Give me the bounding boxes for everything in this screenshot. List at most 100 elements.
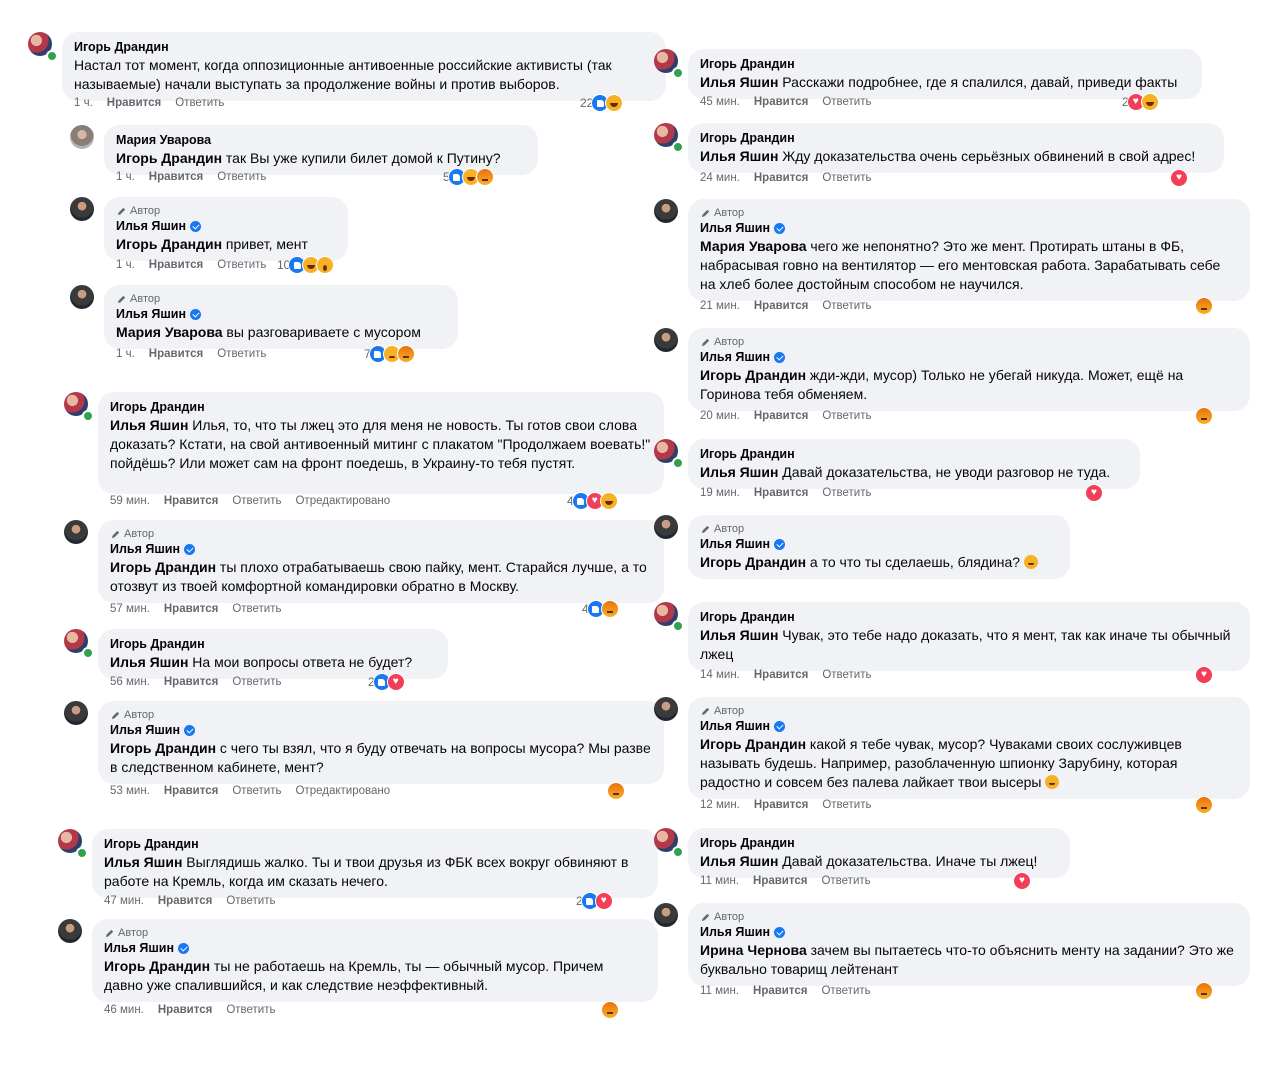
avatar[interactable] <box>654 903 678 927</box>
commenter-name-text[interactable]: Игорь Драндин <box>700 609 795 626</box>
commenter-name[interactable]: Илья Яшин <box>116 218 336 235</box>
comment-time[interactable]: 21 мин. <box>700 300 740 312</box>
commenter-name[interactable]: Игорь Драндин <box>700 130 1212 147</box>
like-button[interactable]: Нравится <box>164 495 218 507</box>
like-button[interactable]: Нравится <box>164 603 218 615</box>
reaction-summary[interactable] <box>1195 297 1213 315</box>
comment-time[interactable]: 1 ч. <box>116 348 135 360</box>
like-button[interactable]: Нравится <box>158 1004 212 1016</box>
commenter-name-text[interactable]: Мария Уварова <box>116 132 211 149</box>
commenter-name-text[interactable]: Илья Яшин <box>110 541 180 558</box>
commenter-name-text[interactable]: Илья Яшин <box>700 220 770 237</box>
mention-link[interactable]: Илья Яшин <box>700 74 778 90</box>
comment-time[interactable]: 46 мин. <box>104 1004 144 1016</box>
mention-link[interactable]: Игорь Драндин <box>110 740 216 756</box>
commenter-name[interactable]: Илья Яшин <box>700 536 1058 553</box>
like-button[interactable]: Нравится <box>754 487 808 499</box>
like-button[interactable]: Нравится <box>753 875 807 887</box>
mention-link[interactable]: Игорь Драндин <box>110 559 216 575</box>
mention-link[interactable]: Мария Уварова <box>116 324 223 340</box>
reply-button[interactable]: Ответить <box>822 799 871 811</box>
commenter-name[interactable]: Илья Яшин <box>700 220 1238 237</box>
mention-link[interactable]: Игорь Драндин <box>700 367 806 383</box>
avatar[interactable] <box>58 919 82 943</box>
like-button[interactable]: Нравится <box>754 96 808 108</box>
like-button[interactable]: Нравится <box>149 171 203 183</box>
avatar[interactable] <box>70 285 94 309</box>
reaction-summary[interactable] <box>1195 982 1213 1000</box>
reply-button[interactable]: Ответить <box>822 96 871 108</box>
commenter-name-text[interactable]: Игорь Драндин <box>700 446 795 463</box>
commenter-name-text[interactable]: Илья Яшин <box>116 218 186 235</box>
avatar[interactable] <box>70 125 94 149</box>
commenter-name-text[interactable]: Илья Яшин <box>110 722 180 739</box>
reaction-summary[interactable] <box>601 1001 619 1019</box>
commenter-name-text[interactable]: Илья Яшин <box>700 349 770 366</box>
like-button[interactable]: Нравится <box>107 97 161 109</box>
mention-link[interactable]: Игорь Драндин <box>700 554 806 570</box>
reaction-summary[interactable]: 4 <box>582 600 619 618</box>
reaction-summary[interactable]: 5 <box>443 168 494 186</box>
comment-time[interactable]: 19 мин. <box>700 487 740 499</box>
mention-link[interactable]: Илья Яшин <box>700 627 778 643</box>
comment-time[interactable]: 11 мин. <box>700 985 739 997</box>
commenter-name[interactable]: Игорь Драндин <box>700 446 1128 463</box>
like-button[interactable]: Нравится <box>754 669 808 681</box>
commenter-name[interactable]: Илья Яшин <box>116 306 446 323</box>
comment-time[interactable]: 57 мин. <box>110 603 150 615</box>
reaction-summary[interactable]: 10 <box>277 256 335 274</box>
reaction-summary[interactable]: 2 <box>576 892 613 910</box>
reaction-summary[interactable]: 7 <box>364 345 415 363</box>
avatar[interactable] <box>70 197 94 221</box>
avatar[interactable] <box>64 520 88 544</box>
like-button[interactable]: Нравится <box>158 895 212 907</box>
commenter-name-text[interactable]: Илья Яшин <box>700 718 770 735</box>
commenter-name[interactable]: Илья Яшин <box>104 940 646 957</box>
avatar[interactable] <box>654 697 678 721</box>
reply-button[interactable]: Ответить <box>822 410 871 422</box>
commenter-name[interactable]: Игорь Драндин <box>110 399 652 416</box>
commenter-name-text[interactable]: Игорь Драндин <box>104 836 199 853</box>
mention-link[interactable]: Илья Яшин <box>104 854 182 870</box>
mention-link[interactable]: Мария Уварова <box>700 238 807 254</box>
avatar[interactable] <box>654 199 678 223</box>
reply-button[interactable]: Ответить <box>821 985 870 997</box>
like-button[interactable]: Нравится <box>149 259 203 271</box>
comment-time[interactable]: 11 мин. <box>700 875 739 887</box>
mention-link[interactable]: Ирина Чернова <box>700 942 807 958</box>
reaction-summary[interactable]: 2 <box>368 673 405 691</box>
mention-link[interactable]: Игорь Драндин <box>116 236 222 252</box>
reply-button[interactable]: Ответить <box>822 669 871 681</box>
commenter-name[interactable]: Илья Яшин <box>700 924 1238 941</box>
comment-time[interactable]: 24 мин. <box>700 172 740 184</box>
commenter-name-text[interactable]: Игорь Драндин <box>700 130 795 147</box>
commenter-name[interactable]: Илья Яшин <box>700 718 1238 735</box>
reply-button[interactable]: Ответить <box>217 171 266 183</box>
commenter-name[interactable]: Игорь Драндин <box>74 39 654 56</box>
reaction-summary[interactable]: 2 <box>1122 93 1159 111</box>
commenter-name-text[interactable]: Игорь Драндин <box>700 56 795 73</box>
mention-link[interactable]: Игорь Драндин <box>116 150 222 166</box>
avatar[interactable] <box>654 515 678 539</box>
reply-button[interactable]: Ответить <box>175 97 224 109</box>
commenter-name-text[interactable]: Игорь Драндин <box>110 399 205 416</box>
reply-button[interactable]: Ответить <box>822 172 871 184</box>
reaction-summary[interactable] <box>1085 484 1103 502</box>
commenter-name[interactable]: Игорь Драндин <box>700 56 1190 73</box>
mention-link[interactable]: Илья Яшин <box>110 654 188 670</box>
commenter-name[interactable]: Мария Уварова <box>116 132 526 149</box>
commenter-name-text[interactable]: Игорь Драндин <box>110 636 205 653</box>
reaction-summary[interactable]: 22 <box>580 94 624 112</box>
reply-button[interactable]: Ответить <box>217 259 266 271</box>
comment-time[interactable]: 12 мин. <box>700 799 740 811</box>
like-button[interactable]: Нравится <box>754 300 808 312</box>
like-button[interactable]: Нравится <box>754 172 808 184</box>
reaction-summary[interactable] <box>1195 407 1213 425</box>
commenter-name[interactable]: Игорь Драндин <box>700 835 1058 852</box>
reply-button[interactable]: Ответить <box>232 603 281 615</box>
commenter-name[interactable]: Илья Яшин <box>700 349 1238 366</box>
reply-button[interactable]: Ответить <box>822 487 871 499</box>
commenter-name[interactable]: Илья Яшин <box>110 722 652 739</box>
reaction-summary[interactable]: 4 <box>567 492 618 510</box>
reply-button[interactable]: Ответить <box>232 495 281 507</box>
